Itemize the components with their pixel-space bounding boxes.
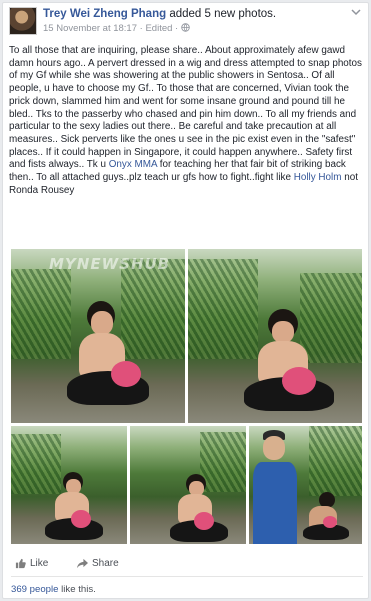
onyx-mma-link[interactable]: Onyx MMA [109,159,157,170]
like-label: Like [30,558,49,569]
holly-holm-link[interactable]: Holly Holm [294,172,342,183]
post-text-segment: To all those that are inquiring, please … [9,45,362,171]
post-photo-2[interactable] [188,249,362,423]
share-button[interactable]: Share [77,558,119,569]
post-action-text: added 5 new photos. [166,8,277,20]
post-body-text: To all those that are inquiring, please … [9,45,365,197]
likes-suffix: like this. [58,584,96,595]
post-photo-5[interactable] [249,426,362,544]
likes-summary: 369 people like this. [11,584,96,595]
edited-label[interactable]: Edited [145,23,172,34]
photo-watermark: MYNEWSHUB [49,255,171,273]
post-card: Trey Wei Zheng Phang added 5 new photos.… [2,2,369,599]
post-header: Trey Wei Zheng Phang added 5 new photos.… [9,7,364,37]
author-name-link[interactable]: Trey Wei Zheng Phang [43,8,166,20]
post-photo-4[interactable] [130,426,246,544]
post-actions-bar: Like Share [11,554,363,574]
thumbs-up-icon [15,558,26,569]
chevron-down-icon[interactable] [350,9,362,19]
globe-icon [181,23,190,34]
post-meta: 15 November at 18:17 · Edited · [43,23,190,34]
post-date[interactable]: 15 November at 18:17 [43,23,137,34]
likes-count-link[interactable]: 369 people [11,584,58,595]
like-button[interactable]: Like [15,558,48,569]
author-avatar[interactable] [9,7,37,35]
post-photo-3[interactable] [11,426,127,544]
post-headline: Trey Wei Zheng Phang added 5 new photos. [43,8,276,20]
share-label: Share [92,558,119,569]
post-photo-1[interactable]: MYNEWSHUB [11,249,185,423]
share-arrow-icon [77,558,88,569]
actions-divider [11,576,363,577]
